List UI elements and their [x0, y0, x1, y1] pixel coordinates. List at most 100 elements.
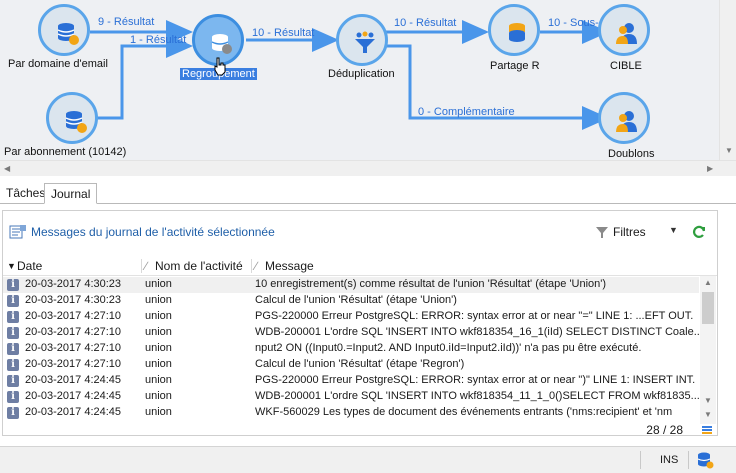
filter-icon — [596, 227, 608, 238]
bottom-tabs: Tâches Journal — [0, 176, 736, 204]
cell-activity: union — [145, 406, 172, 418]
column-separator — [251, 259, 252, 273]
scroll-down-arrow-icon[interactable]: ▼ — [704, 410, 712, 419]
funnel-icon — [355, 31, 375, 53]
status-bar: INS — [0, 446, 736, 473]
scroll-right-arrow-icon[interactable]: ▶ — [707, 164, 713, 173]
journal-rows: i 20-03-2017 4:30:23 union 10 enregistremen… — [3, 277, 699, 423]
cell-activity: union — [145, 342, 172, 354]
link-label-2: 1 - Résultat — [130, 34, 187, 46]
info-icon: i — [7, 279, 19, 291]
table-row[interactable]: i 20-03-2017 4:24:45 union WKF-560029 Les t… — [3, 405, 699, 421]
table-row[interactable]: i 20-03-2017 4:30:23 union 10 enregistremen… — [3, 277, 699, 293]
chevron-down-icon: ▼ — [669, 225, 678, 235]
cell-activity: union — [145, 310, 172, 322]
table-row[interactable]: i 20-03-2017 4:30:23 union Calcul de l'unio… — [3, 293, 699, 309]
info-icon: i — [7, 311, 19, 323]
scroll-down-arrow-icon[interactable]: ▼ — [704, 396, 712, 405]
record-count: 28 / 28 — [646, 423, 683, 437]
cell-date: 20-03-2017 4:27:10 — [25, 326, 122, 338]
query-node-domaine[interactable] — [38, 4, 90, 56]
record-count-bar: 28 / 28 — [3, 423, 717, 437]
database-status-icon[interactable] — [696, 451, 714, 469]
workflow-canvas[interactable]: 9 - Résultat 1 - Résultat 10 - Résultat … — [0, 0, 736, 176]
cell-message: WKF-560029 Les types de document des évé… — [255, 406, 673, 418]
cell-message: PGS-220000 Erreur PostgreSQL: ERROR: syn… — [255, 374, 696, 386]
table-row[interactable]: i 20-03-2017 4:24:45 union PGS-220000 Erreu… — [3, 373, 699, 389]
sort-handle-icon: ∕ — [255, 259, 258, 273]
cell-message: WDB-200001 L'ordre SQL 'INSERT INTO wkf8… — [255, 326, 699, 338]
cell-activity: union — [145, 294, 172, 306]
scroll-up-arrow-icon[interactable]: ▲ — [704, 278, 712, 287]
journal-title: Messages du journal de l'activité sélect… — [31, 225, 275, 239]
table-row[interactable]: i 20-03-2017 4:27:10 union PGS-220000 Erreu… — [3, 309, 699, 325]
column-header-message[interactable]: Message — [265, 259, 314, 273]
cell-activity: union — [145, 358, 172, 370]
save-audience-node-cible[interactable] — [598, 4, 650, 56]
status-separator — [688, 451, 689, 469]
cell-activity: union — [145, 390, 172, 402]
cell-date: 20-03-2017 4:30:23 — [25, 278, 122, 290]
node-label-domaine: Par domaine d'email — [8, 58, 108, 70]
info-icon: i — [7, 343, 19, 355]
people-icon — [616, 23, 637, 44]
filters-button[interactable]: Filtres ▼ — [595, 221, 681, 243]
table-row[interactable]: i 20-03-2017 4:27:10 union Calcul de l'unio… — [3, 357, 699, 373]
cell-date: 20-03-2017 4:27:10 — [25, 310, 122, 322]
node-label-partage: Partage R — [490, 60, 540, 72]
journal-container: Messages du journal de l'activité sélect… — [2, 210, 718, 437]
cell-message: Calcul de l'union 'Résultat' (étape 'Reg… — [255, 358, 465, 370]
save-audience-node-doublons[interactable] — [598, 92, 650, 144]
dedup-node[interactable] — [336, 14, 388, 66]
table-row[interactable]: i 20-03-2017 4:27:10 union nput2 ON ((Input… — [3, 341, 699, 357]
cell-date: 20-03-2017 4:27:10 — [25, 342, 122, 354]
insert-mode-indicator: INS — [660, 454, 679, 466]
column-header-date[interactable]: Date — [17, 259, 42, 273]
info-icon: i — [7, 375, 19, 387]
cell-activity: union — [145, 374, 172, 386]
cell-date: 20-03-2017 4:30:23 — [25, 294, 122, 306]
union-icon — [211, 34, 232, 54]
cell-activity: union — [145, 326, 172, 338]
column-header-activity[interactable]: Nom de l'activité — [155, 259, 243, 273]
grid-vertical-scrollbar[interactable]: ▲ ▼ ▼ — [700, 276, 716, 424]
journal-toolbar: Messages du journal de l'activité sélect… — [3, 211, 717, 249]
canvas-vertical-scrollbar[interactable]: ▼ — [719, 0, 736, 160]
scroll-down-arrow-icon[interactable]: ▼ — [725, 146, 733, 155]
tab-journal[interactable]: Journal — [44, 183, 98, 204]
info-icon: i — [7, 391, 19, 403]
scrollbar-thumb[interactable] — [702, 292, 714, 324]
link-label-6: 0 - Complémentaire — [418, 106, 515, 118]
query-node-abonnement[interactable] — [46, 92, 98, 144]
cell-message: 10 enregistrement(s) comme résultat de l… — [255, 278, 607, 290]
link-label-5: 10 - Sous-e — [548, 17, 605, 29]
sort-handle-icon: ∕ — [145, 259, 148, 273]
cell-date: 20-03-2017 4:24:45 — [25, 390, 122, 402]
cell-message: WDB-200001 L'ordre SQL 'INSERT INTO wkf8… — [255, 390, 699, 402]
cell-date: 20-03-2017 4:24:45 — [25, 374, 122, 386]
link-abonnement-regroupement — [96, 34, 193, 120]
canvas-horizontal-scrollbar[interactable]: ◀ ▶ — [0, 160, 736, 176]
scroll-left-arrow-icon[interactable]: ◀ — [4, 164, 10, 173]
info-icon: i — [7, 327, 19, 339]
database-icon — [57, 23, 79, 45]
filters-label: Filtres — [613, 225, 646, 239]
cell-message: nput2 ON ((Input0.=Input2. AND Input0.iI… — [255, 342, 642, 354]
table-row[interactable]: i 20-03-2017 4:27:10 union WDB-200001 L'ord… — [3, 325, 699, 341]
database-icon — [65, 111, 87, 133]
split-node-partage[interactable] — [488, 4, 540, 56]
link-label-1: 9 - Résultat — [98, 16, 155, 28]
status-separator — [640, 451, 641, 469]
cell-message: PGS-220000 Erreur PostgreSQL: ERROR: syn… — [255, 310, 694, 322]
node-label-abonnement: Par abonnement (10142) — [4, 146, 127, 158]
cell-message: Calcul de l'union 'Résultat' (étape 'Uni… — [255, 294, 457, 306]
table-row[interactable]: i 20-03-2017 4:24:45 union WDB-200001 L'ord… — [3, 389, 699, 405]
info-icon: i — [7, 295, 19, 307]
cell-activity: union — [145, 278, 172, 290]
cell-date: 20-03-2017 4:27:10 — [25, 358, 122, 370]
column-separator — [141, 259, 142, 273]
link-label-3: 10 - Résultat — [252, 27, 315, 39]
refresh-icon[interactable] — [691, 224, 707, 240]
journal-panel: Messages du journal de l'activité sélect… — [0, 204, 736, 444]
list-options-icon[interactable] — [701, 424, 713, 436]
